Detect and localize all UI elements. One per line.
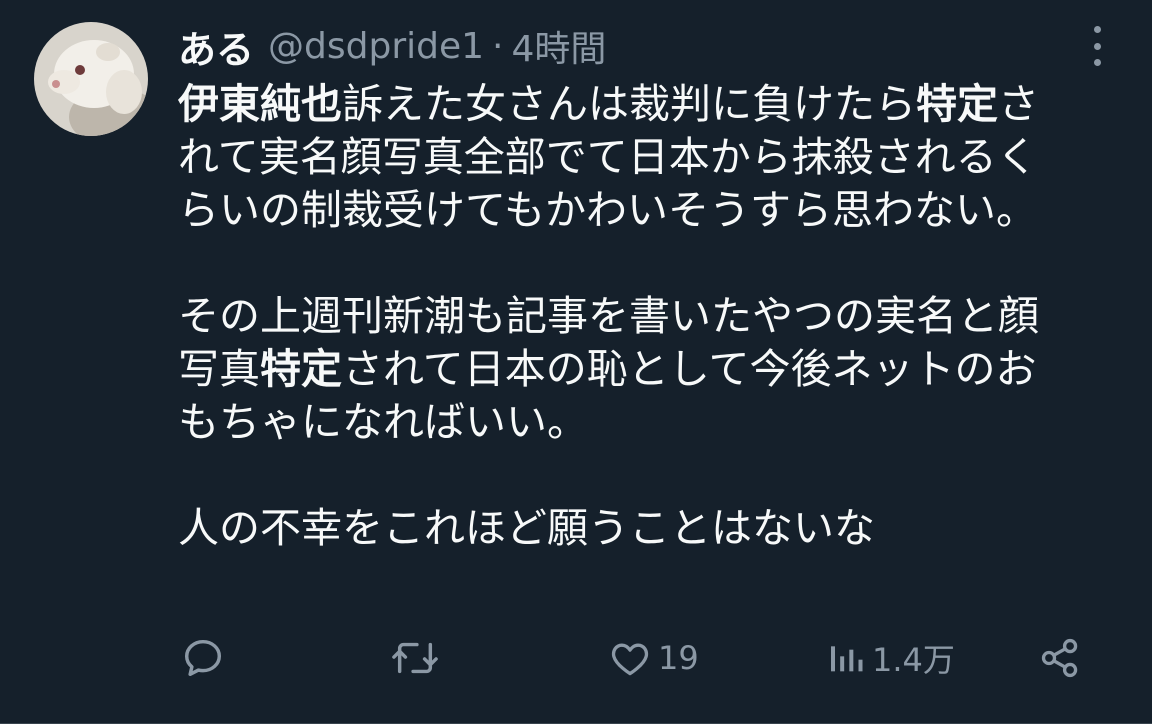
retweet-button[interactable]: [390, 628, 440, 688]
more-vertical-icon: [1093, 26, 1101, 33]
paragraph-3: 人の不幸をこれほど願うことはないな: [178, 504, 875, 552]
paragraph-2: その上週刊新潮も記事を書いたやつの実名と顔 写真特定されて日本の恥として今後ネッ…: [178, 292, 1039, 446]
ferret-avatar-icon: [34, 22, 148, 136]
reply-button[interactable]: [180, 628, 226, 688]
tweet-header: ある @dsdpride1 · 4時間: [178, 18, 1112, 74]
avatar[interactable]: [34, 22, 148, 136]
action-bar: 19 1.4万: [178, 628, 1098, 688]
bold-text: 特定: [260, 345, 342, 393]
paragraph-1: 伊東純也訴えた女さんは裁判に負けたら特定さ れて実名顔写真全部でて日本から抹殺さ…: [178, 80, 1039, 234]
more-options-button[interactable]: [1082, 26, 1112, 66]
timestamp[interactable]: 4時間: [512, 20, 607, 72]
heart-icon: [611, 643, 649, 676]
separator: ·: [492, 25, 504, 67]
author-handle[interactable]: @dsdpride1: [268, 26, 484, 67]
author-name[interactable]: ある: [178, 19, 254, 74]
bold-text: 特定: [916, 80, 998, 128]
views-bar-icon: [831, 646, 863, 672]
tweet-text: 伊東純也訴えた女さんは裁判に負けたら特定さ れて実名顔写真全部でて日本から抹殺さ…: [178, 78, 1128, 555]
share-icon: [1041, 638, 1078, 678]
retweet-icon: [392, 642, 438, 674]
views-count: 1.4万: [872, 641, 955, 679]
like-button[interactable]: 19: [608, 628, 699, 688]
like-count: 19: [658, 639, 699, 677]
views-button[interactable]: 1.4万: [826, 628, 955, 688]
bold-text: 伊東純也: [178, 80, 342, 128]
share-button[interactable]: [1038, 628, 1082, 688]
tweet[interactable]: ある @dsdpride1 · 4時間 伊東純也訴えた女さんは裁判に負けたら特定…: [0, 0, 1152, 724]
reply-icon: [184, 639, 222, 677]
